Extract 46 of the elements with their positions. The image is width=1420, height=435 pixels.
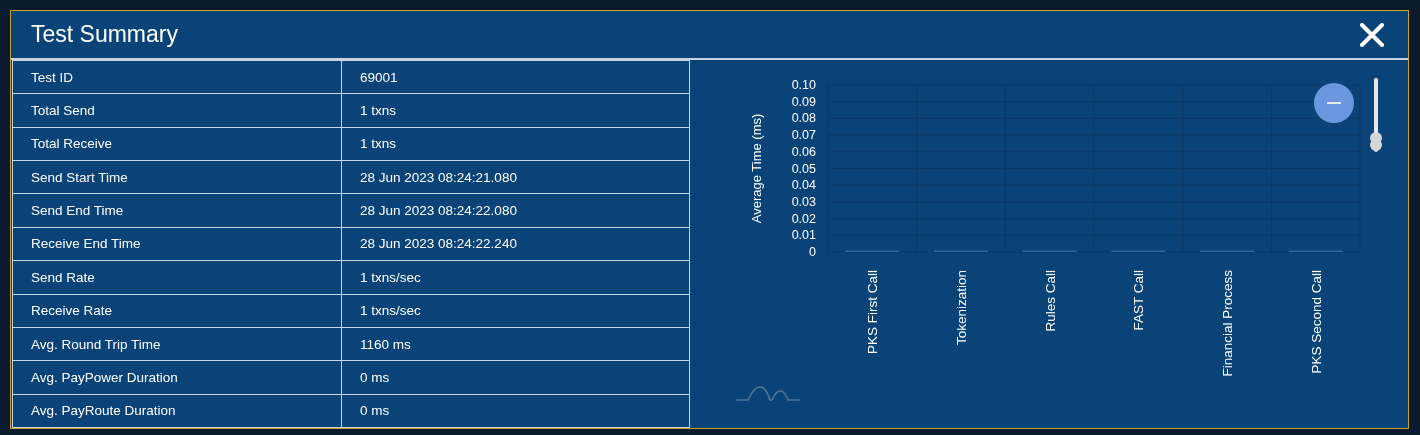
table-cell: Avg. PayPower Duration [12,360,342,395]
table-cell: Send End Time [12,193,342,228]
axis-tick-label: 0 [809,245,816,259]
close-button[interactable] [1358,20,1386,49]
axis-category-label: Rules Call [1042,270,1058,332]
table-cell: 1160 ms [341,327,690,361]
table-cell: 28 Jun 2023 08:24:22.240 [341,227,690,261]
table-cell: Avg. Round Trip Time [12,327,342,361]
table-cell: 1 txns/sec [341,294,690,328]
table-cell: 28 Jun 2023 08:24:22.080 [341,193,690,228]
axis-tick-label: 0.07 [791,128,816,143]
axis-title: Average Time (ms) [749,113,764,224]
axis-category-label: PKS Second Call [1308,270,1324,374]
table-cell: Total Receive [12,127,342,161]
table-cell: Avg. PayRoute Duration [12,394,342,428]
axis-tick-label: 0.10 [791,78,816,92]
table-cell: Send Rate [12,260,342,294]
axis-tick-label: 0.05 [791,161,816,176]
axis-tick-label: 0.04 [791,178,816,193]
table-cell: 0 ms [341,360,690,395]
table-cell: 28 Jun 2023 08:24:21.080 [341,160,690,194]
table-cell: 1 txns [341,93,690,128]
dialog-title: Test Summary [31,21,178,48]
axis-tick-label: 0.02 [791,211,816,226]
axis-category-label: Financial Process [1220,270,1235,377]
zoom-out-button[interactable] [1314,83,1354,123]
axis-category-label: PKS First Call [865,270,881,354]
axis-category-label: FAST Call [1131,270,1147,331]
table-cell: Receive End Time [12,227,342,261]
table-cell: 0 ms [341,394,690,428]
close-icon [1360,22,1384,47]
table-cell: 1 txns/sec [341,260,690,294]
table-cell: Test ID [12,60,342,94]
axis-tick-label: 0.08 [791,111,816,126]
table-cell: Total Send [12,93,342,128]
axis-category-label: Tokenization [954,270,969,346]
table-cell: Send Start Time [12,160,342,194]
axis-tick-label: 0.01 [791,228,816,243]
table-cell: 1 txns [341,127,690,161]
table-cell: Receive Rate [12,294,342,328]
slider-thumb[interactable] [1370,132,1382,152]
mountain-icon [735,386,801,401]
axis-tick-label: 0.06 [791,144,816,159]
axis-tick-label: 0.03 [791,194,816,209]
table-cell: 69001 [341,60,690,94]
axis-tick-label: 0.09 [791,94,816,109]
